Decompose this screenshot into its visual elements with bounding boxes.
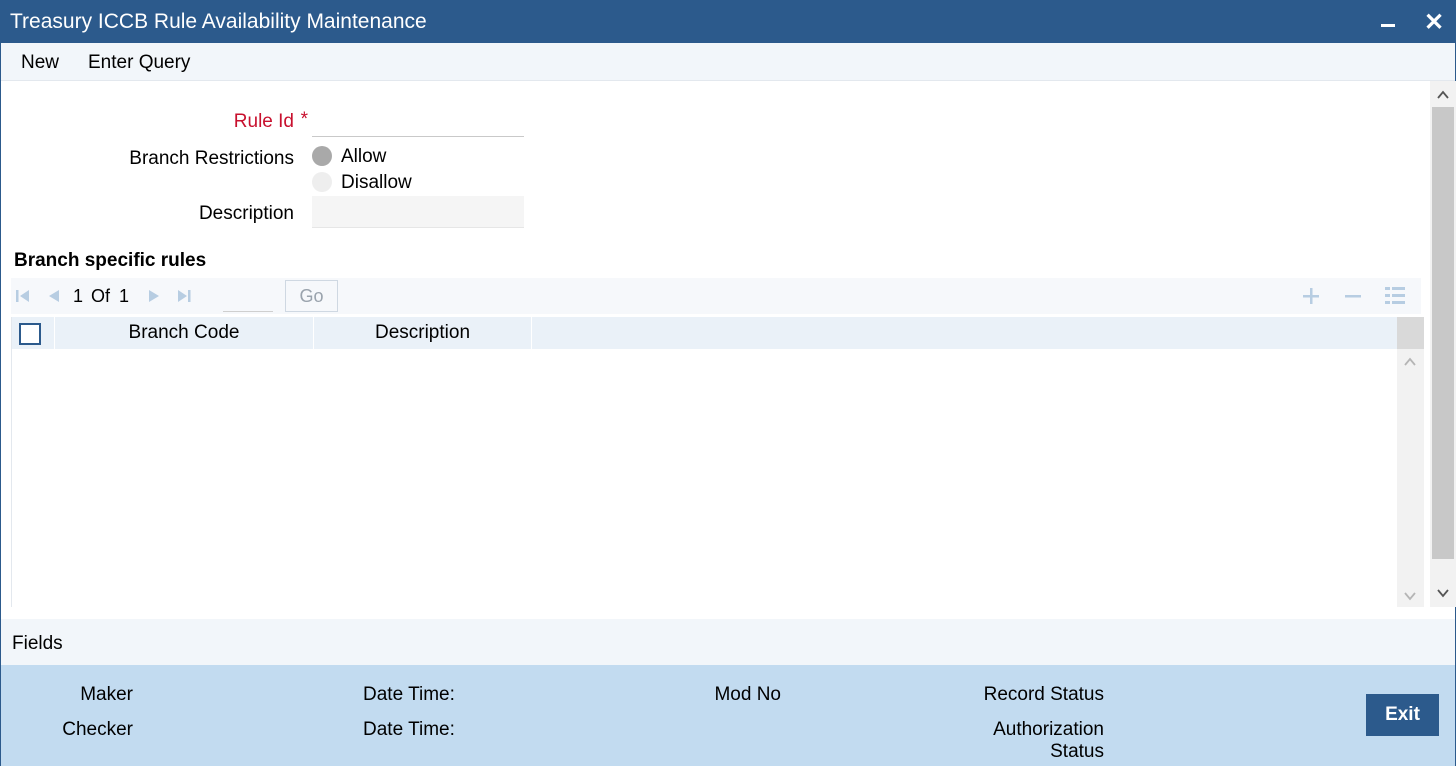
required-marker: * [300, 109, 308, 130]
previous-page-icon[interactable] [44, 286, 64, 306]
select-all-checkbox[interactable] [19, 323, 41, 345]
exit-button[interactable]: Exit [1366, 694, 1439, 736]
first-page-icon[interactable] [13, 286, 33, 306]
go-button[interactable]: Go [285, 280, 338, 312]
application-window: Treasury ICCB Rule Availability Maintena… [0, 0, 1456, 766]
allow-radio-label: Allow [341, 146, 387, 167]
page-scroll-up-icon[interactable] [1436, 88, 1450, 102]
column-header-branch-code[interactable]: Branch Code [54, 317, 314, 349]
page-scroll-down-icon[interactable] [1436, 586, 1450, 600]
window-title: Treasury ICCB Rule Availability Maintena… [10, 10, 427, 33]
next-page-icon[interactable] [144, 286, 164, 306]
allow-radio[interactable] [312, 146, 332, 166]
columns-list-icon[interactable] [1384, 285, 1406, 307]
branch-rules-title: Branch specific rules [14, 250, 207, 271]
rule-id-label-text: Rule Id [233, 111, 294, 132]
maker-date-time-label: Date Time: [363, 684, 455, 705]
menu-new[interactable]: New [21, 52, 59, 74]
menu-bar: New Enter Query [1, 43, 1455, 81]
scroll-up-icon[interactable] [1403, 355, 1417, 369]
delete-row-icon[interactable] [1342, 285, 1364, 307]
branch-restrictions-label: Branch Restrictions [129, 148, 294, 169]
column-header-description[interactable]: Description [314, 317, 532, 349]
checker-date-time-label: Date Time: [363, 719, 455, 740]
mod-no-label: Mod No [714, 684, 781, 705]
maker-label: Maker [80, 684, 133, 705]
grid-scrollbar[interactable] [1397, 349, 1424, 607]
page-number-input[interactable] [223, 282, 273, 312]
current-page: 1 [73, 286, 84, 306]
close-button[interactable]: ✕ [1419, 7, 1449, 37]
disallow-radio[interactable] [312, 172, 332, 192]
record-status-label: Record Status [983, 684, 1104, 705]
grid-header: Branch Code Description [12, 317, 1397, 349]
total-pages: 1 [119, 286, 130, 306]
grid-scrollbar-corner [1397, 317, 1424, 349]
title-bar: Treasury ICCB Rule Availability Maintena… [1, 1, 1455, 43]
description-input[interactable] [312, 196, 524, 228]
fields-link[interactable]: Fields [12, 633, 63, 655]
fields-bar: Fields [1, 619, 1455, 665]
minimize-icon [1381, 23, 1395, 27]
page-scrollbar-thumb[interactable] [1432, 107, 1454, 559]
close-icon: ✕ [1423, 8, 1445, 36]
audit-footer: Maker Checker Date Time: Date Time: Mod … [1, 665, 1455, 766]
grid-toolbar: 1 Of 1 Go [11, 278, 1421, 314]
description-label: Description [198, 203, 294, 224]
menu-enter-query[interactable]: Enter Query [88, 52, 190, 74]
page-of-label: Of [91, 286, 111, 306]
rule-id-label: Rule Id * [151, 109, 308, 133]
minimize-button[interactable] [1373, 7, 1403, 37]
branch-rules-grid: Branch Code Description [11, 317, 1424, 607]
authorization-status-label: Authorization Status [993, 719, 1104, 762]
add-row-icon[interactable] [1300, 285, 1322, 307]
checker-label: Checker [62, 719, 133, 740]
scroll-down-icon[interactable] [1403, 589, 1417, 603]
page-scrollbar[interactable] [1430, 81, 1456, 607]
select-all-cell [12, 317, 54, 349]
last-page-icon[interactable] [174, 286, 194, 306]
disallow-radio-label: Disallow [341, 172, 412, 193]
rule-id-input[interactable] [312, 107, 524, 137]
